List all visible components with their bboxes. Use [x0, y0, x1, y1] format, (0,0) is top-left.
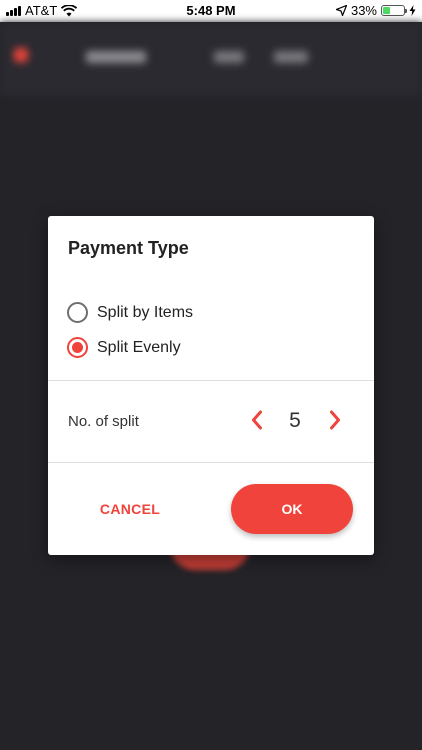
option-label: Split by Items — [97, 303, 194, 321]
split-count-label: No. of split — [68, 413, 139, 430]
background-title — [86, 51, 146, 63]
battery-icon — [381, 5, 407, 16]
option-split-evenly[interactable]: Split Evenly — [67, 337, 181, 358]
split-count-value: 5 — [289, 409, 301, 432]
chevron-right-icon — [330, 410, 340, 430]
option-label: Split Evenly — [97, 338, 181, 356]
radio-selected-icon[interactable] — [67, 337, 88, 358]
status-right: 33% — [335, 3, 416, 18]
decrement-button[interactable] — [247, 408, 267, 432]
battery-level — [383, 7, 390, 14]
background-app-header — [0, 22, 422, 96]
background-icon — [214, 51, 244, 63]
ok-button[interactable]: OK — [231, 484, 353, 534]
background-icon — [274, 51, 308, 63]
charging-bolt-icon — [409, 5, 416, 16]
status-bar: AT&T 5:48 PM 33% — [0, 0, 422, 22]
increment-button[interactable] — [325, 408, 345, 432]
location-arrow-icon — [335, 5, 347, 16]
divider — [48, 380, 374, 381]
dialog-title: Payment Type — [68, 238, 189, 258]
radio-unselected-icon[interactable] — [67, 302, 88, 323]
chevron-left-icon — [252, 410, 262, 430]
payment-type-dialog: Payment Type Split by Items Split Evenly… — [48, 216, 374, 555]
option-split-by-items[interactable]: Split by Items — [67, 302, 193, 323]
battery-percent: 33% — [350, 3, 377, 18]
divider — [48, 462, 374, 463]
back-icon — [14, 48, 28, 62]
battery-tip — [405, 9, 407, 13]
cancel-button[interactable]: CANCEL — [80, 491, 180, 527]
